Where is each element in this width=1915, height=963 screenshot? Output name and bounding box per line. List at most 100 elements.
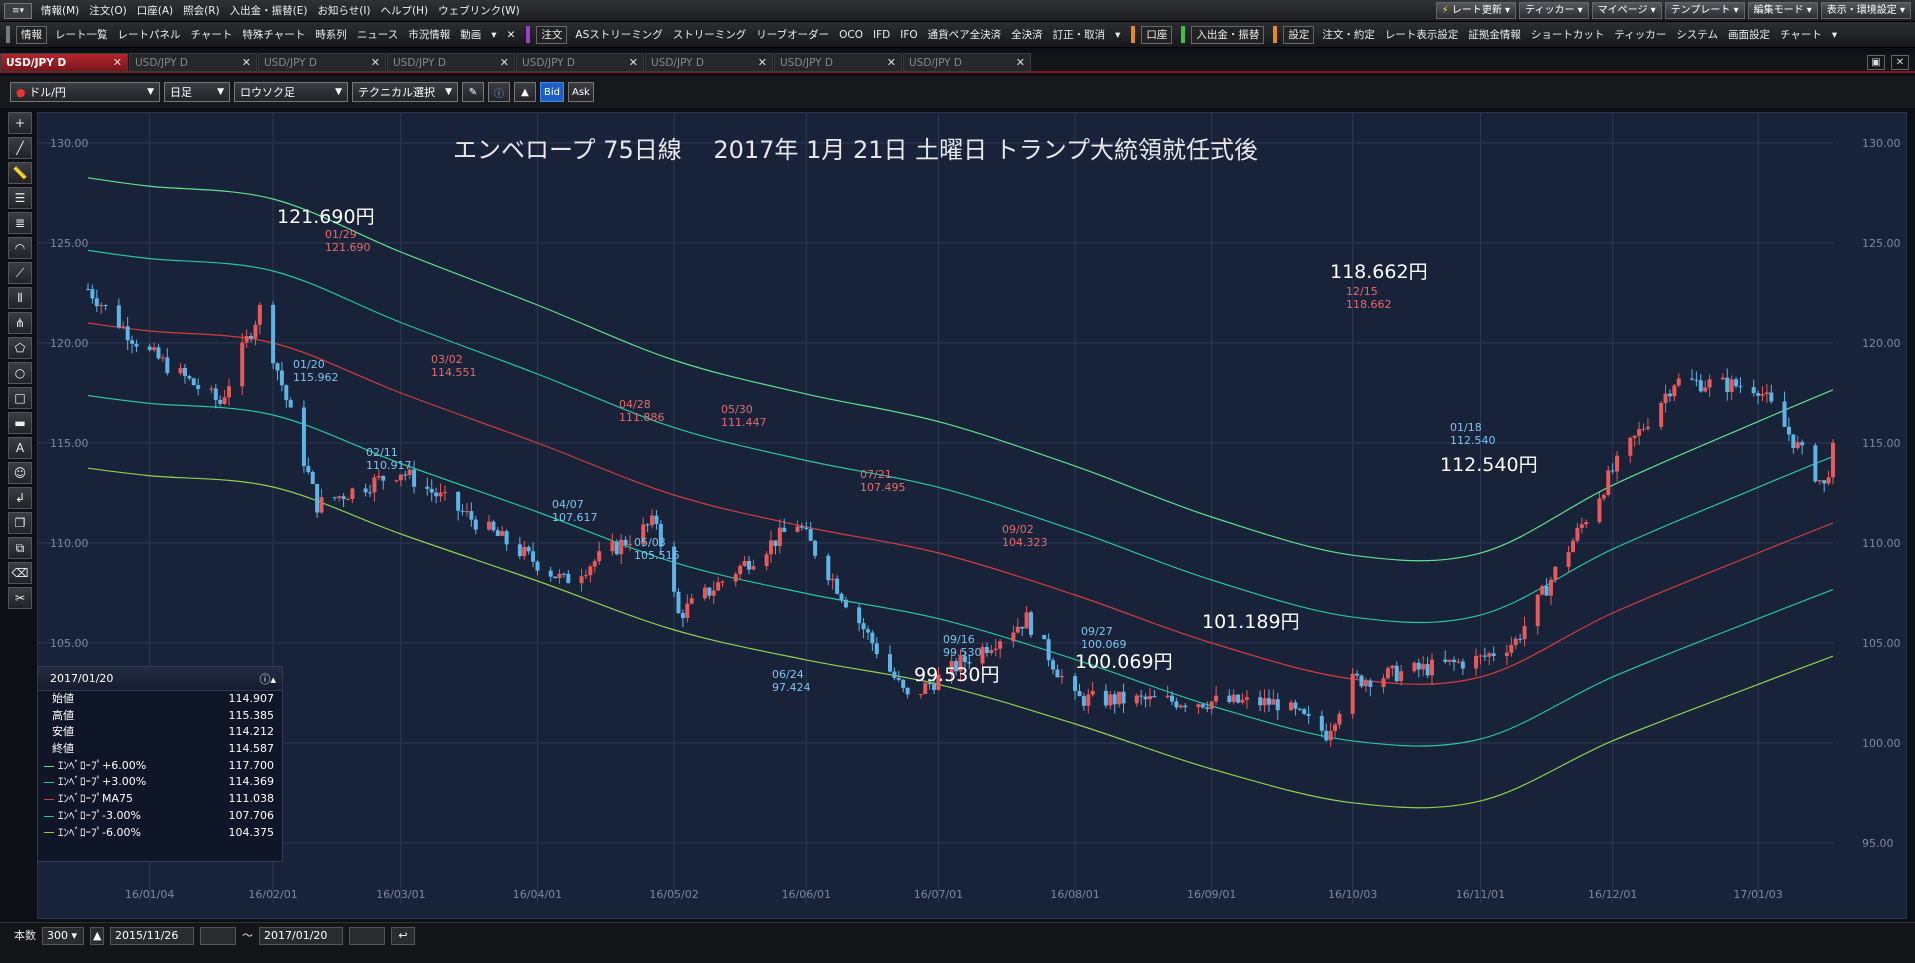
period-select[interactable]: 日足 ▼ bbox=[164, 82, 230, 102]
toolbar-timeseries[interactable]: 時系列 bbox=[310, 22, 352, 47]
tab-usdjpy-5[interactable]: USD/JPY D ✕ bbox=[516, 53, 644, 72]
toolbar-as-streaming[interactable]: ASストリーミング bbox=[570, 22, 667, 47]
to-time-input[interactable] bbox=[349, 927, 385, 945]
count-stepper-up-icon[interactable]: ▲ bbox=[90, 927, 104, 945]
tab-usdjpy-1[interactable]: USD/JPY D ✕ bbox=[0, 53, 128, 72]
info-button[interactable]: ⓘ bbox=[488, 82, 510, 102]
toolbar-group-account[interactable]: 口座 bbox=[1141, 25, 1173, 44]
pentagon-icon[interactable]: ⬠ bbox=[8, 337, 32, 359]
close-icon[interactable]: ✕ bbox=[371, 56, 380, 69]
crosshair-icon[interactable]: + bbox=[8, 112, 32, 134]
gann-fan-icon[interactable]: ⟋ bbox=[8, 262, 32, 284]
vline-icon[interactable]: ⦀ bbox=[8, 287, 32, 309]
from-time-input[interactable] bbox=[200, 927, 236, 945]
rectangle-icon[interactable]: □ bbox=[8, 387, 32, 409]
volume-button[interactable]: ▲ bbox=[514, 82, 536, 102]
hline-icon[interactable]: ☰ bbox=[8, 187, 32, 209]
display-settings-button[interactable]: 表示・環境設定 ▾ bbox=[1820, 2, 1911, 19]
menu-deposit[interactable]: 入出金・振替(E) bbox=[225, 0, 313, 21]
toolbar-news[interactable]: ニュース bbox=[352, 22, 403, 47]
toolbar-system[interactable]: システム bbox=[1671, 22, 1723, 47]
toolbar-overflow-icon[interactable]: ▾ bbox=[486, 22, 501, 47]
toolbar-chart-settings[interactable]: チャート bbox=[1775, 22, 1827, 47]
toolbar-rate-list[interactable]: レート一覧 bbox=[50, 22, 113, 47]
undo-icon[interactable]: ↲ bbox=[8, 487, 32, 509]
toolbar-streaming[interactable]: ストリーミング bbox=[668, 22, 752, 47]
toolbar-order-execution[interactable]: 注文・約定 bbox=[1317, 22, 1380, 47]
currency-pair-select[interactable]: ● ドル/円 ▼ bbox=[10, 82, 160, 102]
edit-mode-button[interactable]: 編集モード ▾ bbox=[1747, 2, 1818, 19]
tab-usdjpy-2[interactable]: USD/JPY D ✕ bbox=[129, 53, 257, 72]
close-icon[interactable]: ✕ bbox=[113, 56, 122, 69]
fibonacci-icon[interactable]: ≣ bbox=[8, 212, 32, 234]
horizontal-bar-icon[interactable]: ▬ bbox=[8, 412, 32, 434]
toolbar-video[interactable]: 動画 bbox=[455, 22, 486, 47]
toolbar-group-settings[interactable]: 設定 bbox=[1283, 25, 1315, 44]
mypage-button[interactable]: マイページ ▾ bbox=[1591, 2, 1662, 19]
close-icon[interactable]: ✕ bbox=[758, 56, 767, 69]
rate-update-button[interactable]: ⚡ レート更新 ▾ bbox=[1435, 2, 1517, 19]
layers-icon[interactable]: ⧉ bbox=[8, 537, 32, 559]
close-window-icon[interactable]: ✕ bbox=[1891, 55, 1909, 70]
toolbar-rate-display[interactable]: レート表示設定 bbox=[1380, 22, 1464, 47]
menu-weblink[interactable]: ウェブリンク(W) bbox=[433, 0, 525, 21]
toolbar-screen-settings[interactable]: 画面設定 bbox=[1723, 22, 1775, 47]
chart-area[interactable]: 95.0095.00100.00100.00105.00105.00110.00… bbox=[37, 112, 1907, 919]
text-icon[interactable]: A bbox=[8, 437, 32, 459]
tab-usdjpy-8[interactable]: USD/JPY D ✕ bbox=[903, 53, 1031, 72]
menu-info[interactable]: 情報(M) bbox=[36, 0, 84, 21]
toolbar-overflow-icon[interactable]: ▾ bbox=[1827, 22, 1842, 47]
smiley-icon[interactable]: ☺ bbox=[8, 462, 32, 484]
circle-icon[interactable]: ○ bbox=[8, 362, 32, 384]
toolbar-special-chart[interactable]: 特殊チャート bbox=[237, 22, 310, 47]
close-icon[interactable]: ✕ bbox=[242, 56, 251, 69]
close-icon[interactable]: ✕ bbox=[1016, 56, 1025, 69]
toolbar-ifo[interactable]: IFO bbox=[895, 22, 922, 47]
toolbar-modify-cancel[interactable]: 訂正・取消 bbox=[1048, 22, 1111, 47]
bid-button[interactable]: Bid bbox=[540, 82, 564, 102]
ruler-icon[interactable]: 📏 bbox=[8, 162, 32, 184]
tab-usdjpy-6[interactable]: USD/JPY D ✕ bbox=[645, 53, 773, 72]
maximize-icon[interactable]: ▣ bbox=[1867, 55, 1885, 70]
eraser-icon[interactable]: ⌫ bbox=[8, 562, 32, 584]
toolbar-rate-panel[interactable]: レートパネル bbox=[113, 22, 186, 47]
menu-account[interactable]: 口座(A) bbox=[132, 0, 178, 21]
toolbar-overflow-icon[interactable]: ▾ bbox=[1110, 22, 1125, 47]
template-button[interactable]: テンプレート ▾ bbox=[1664, 2, 1745, 19]
technical-select[interactable]: テクニカル選択 ▼ bbox=[352, 82, 458, 102]
pitchfork-icon[interactable]: ⋔ bbox=[8, 312, 32, 334]
tab-usdjpy-3[interactable]: USD/JPY D ✕ bbox=[258, 53, 386, 72]
close-icon[interactable]: ✕ bbox=[629, 56, 638, 69]
menu-order[interactable]: 注文(O) bbox=[84, 0, 131, 21]
info-collapse-icon[interactable]: ⓘ▴ bbox=[259, 671, 276, 687]
close-icon[interactable]: ✕ bbox=[887, 56, 896, 69]
toolbar-oco[interactable]: OCO bbox=[834, 22, 868, 47]
toolbar-ifd[interactable]: IFD bbox=[868, 22, 895, 47]
candlestick-chart[interactable]: 95.0095.00100.00100.00105.00105.00110.00… bbox=[38, 113, 1906, 918]
toolbar-ticker[interactable]: ティッカー bbox=[1609, 22, 1671, 47]
chart-style-select[interactable]: ロウソク足 ▼ bbox=[234, 82, 348, 102]
app-menu-icon[interactable]: ≡▾ bbox=[4, 2, 32, 19]
toolbar-leave-order[interactable]: リーブオーダー bbox=[751, 22, 834, 47]
toolbar-pair-settle[interactable]: 通貨ペア全決済 bbox=[923, 22, 1007, 47]
tab-usdjpy-4[interactable]: USD/JPY D ✕ bbox=[387, 53, 515, 72]
toolbar-all-settle[interactable]: 全決済 bbox=[1006, 22, 1048, 47]
toolbar-margin-info[interactable]: 証拠金情報 bbox=[1463, 22, 1526, 47]
copy-icon[interactable]: ❐ bbox=[8, 512, 32, 534]
menu-inquiry[interactable]: 照会(R) bbox=[178, 0, 225, 21]
menu-notice[interactable]: お知らせ(I) bbox=[312, 0, 375, 21]
toolbar-group-info[interactable]: 情報 bbox=[16, 25, 47, 44]
to-date-input[interactable]: 2017/01/20 bbox=[259, 927, 343, 945]
tab-usdjpy-7[interactable]: USD/JPY D ✕ bbox=[774, 53, 902, 72]
toolbar-close-icon[interactable]: ✕ bbox=[502, 22, 521, 47]
fan-arc-icon[interactable]: ◠ bbox=[8, 237, 32, 259]
toolbar-group-order[interactable]: 注文 bbox=[536, 25, 568, 44]
clear-all-icon[interactable]: ✂ bbox=[8, 587, 32, 609]
trendline-icon[interactable]: ╱ bbox=[8, 137, 32, 159]
count-input[interactable]: 300 ▾ bbox=[42, 927, 84, 945]
draw-tool-button[interactable]: ✎ bbox=[462, 82, 484, 102]
toolbar-market-info[interactable]: 市況情報 bbox=[403, 22, 455, 47]
toolbar-chart[interactable]: チャート bbox=[186, 22, 238, 47]
from-date-input[interactable]: 2015/11/26 bbox=[110, 927, 194, 945]
toolbar-shortcut[interactable]: ショートカット bbox=[1526, 22, 1610, 47]
